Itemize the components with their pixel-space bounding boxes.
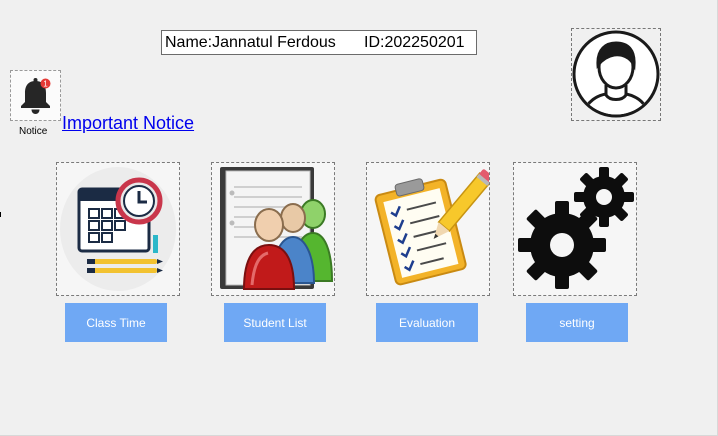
notification-badge: 1: [43, 80, 48, 89]
important-notice-link[interactable]: Important Notice: [62, 113, 194, 134]
class-time-button[interactable]: Class Time: [65, 303, 167, 342]
student-list-button[interactable]: Student List: [224, 303, 326, 342]
student-group-icon: [220, 167, 334, 290]
clipboard-checklist-icon: [374, 169, 489, 286]
evaluation-tile[interactable]: [366, 162, 490, 296]
student-list-tile[interactable]: [211, 162, 335, 296]
bell-icon: 1: [21, 78, 51, 114]
setting-tile[interactable]: [513, 162, 637, 296]
user-avatar-icon: [572, 30, 660, 118]
profile-avatar[interactable]: [571, 28, 661, 121]
setting-button[interactable]: setting: [526, 303, 628, 342]
edge-mark: [0, 212, 1, 217]
evaluation-button[interactable]: Evaluation: [376, 303, 478, 342]
calendar-clock-icon: [60, 167, 176, 291]
student-name: Name:Jannatul Ferdous: [165, 34, 336, 51]
student-info-box: Name:Jannatul Ferdous ID:202250201: [161, 30, 477, 55]
student-id: ID:202250201: [364, 34, 465, 51]
notice-label: Notice: [19, 126, 48, 137]
gears-icon: [518, 167, 634, 289]
class-time-tile[interactable]: [56, 162, 180, 296]
notice-button[interactable]: 1: [10, 70, 61, 121]
